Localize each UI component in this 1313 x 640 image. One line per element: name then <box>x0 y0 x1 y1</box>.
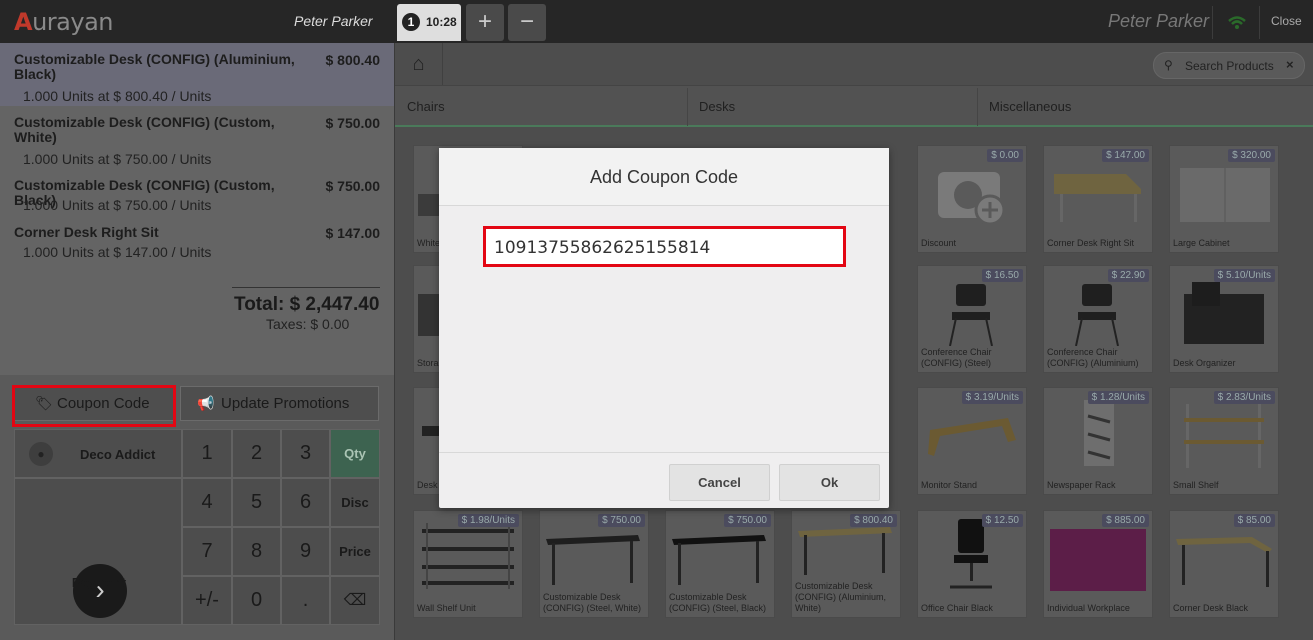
dialog-footer: Cancel Ok <box>439 452 889 508</box>
cancel-button[interactable]: Cancel <box>669 464 770 501</box>
coupon-dialog: Add Coupon Code 10913755862625155814 Can… <box>439 148 889 508</box>
dialog-title: Add Coupon Code <box>439 148 889 206</box>
ok-button[interactable]: Ok <box>779 464 880 501</box>
modal-overlay: Add Coupon Code 10913755862625155814 Can… <box>0 0 1313 640</box>
highlight-box <box>483 226 846 267</box>
pos-screen: Aurayan Peter Parker 1 10:28 + − Peter P… <box>0 0 1313 640</box>
